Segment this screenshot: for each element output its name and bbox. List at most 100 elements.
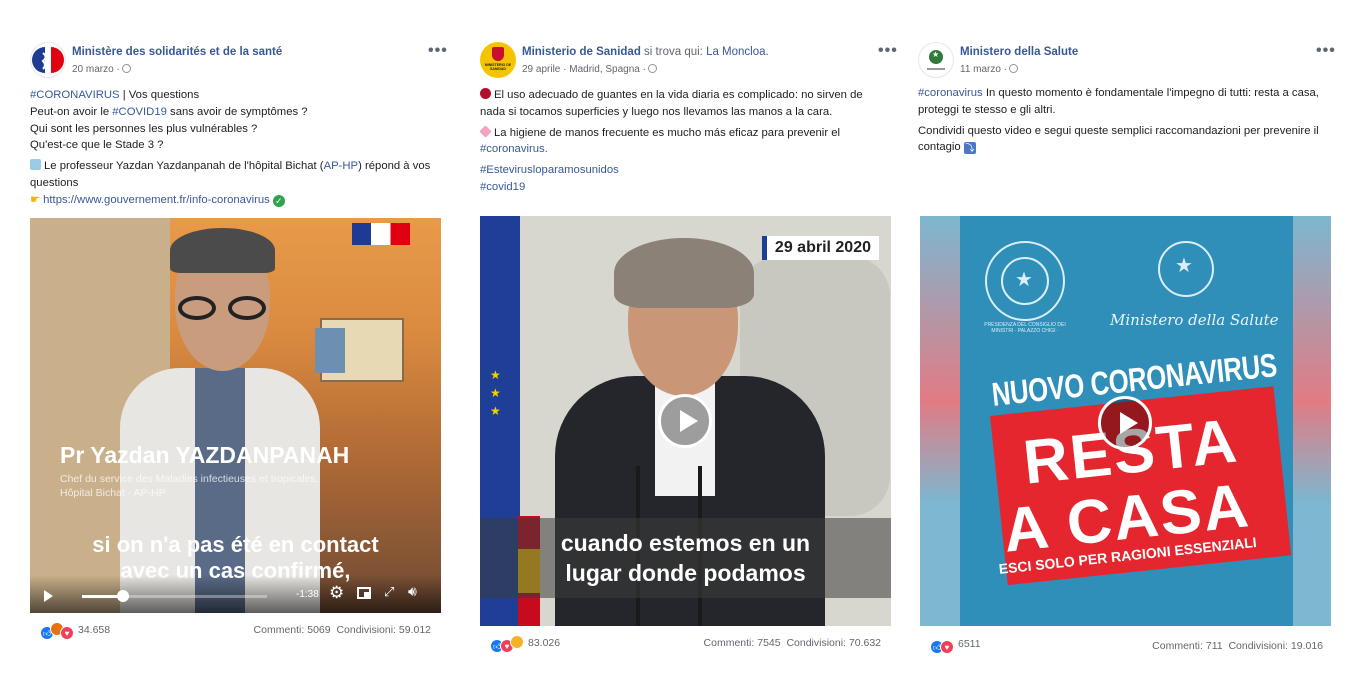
text-line: La higiene de manos frecuente es mucho m… (494, 126, 841, 139)
more-options-icon[interactable]: ••• (1316, 42, 1336, 60)
volume-icon[interactable]: 🔊︎ (408, 583, 417, 600)
play-button[interactable] (658, 394, 712, 448)
hashtag[interactable]: #covid19 (480, 179, 885, 196)
text-line: | Vos questions (119, 89, 200, 101)
hashtag[interactable]: #CORONAVIRUS (30, 89, 120, 101)
seal-icon: ★ (985, 241, 1065, 321)
text-line: Qu'est-ce que le Stade 3 ? (30, 139, 164, 152)
avatar-underline (927, 68, 945, 70)
progress-track[interactable] (82, 590, 267, 602)
post-text: #CORONAVIRUS | Vos questions Peut-on avo… (30, 87, 445, 209)
text-line: El uso adecuado de guantes en la vida di… (480, 89, 863, 118)
reactions-summary[interactable]: 👍︎ ♥ 34.658 (40, 622, 110, 640)
lower-third-role: Chef du service des Maladies infectieuse… (60, 472, 319, 500)
comments-count[interactable]: Commenti: 7545 (704, 637, 781, 649)
reaction-count: 83.026 (528, 637, 561, 649)
more-options-icon[interactable]: ••• (428, 42, 448, 60)
text-line: Le professeur Yazdan Yazdanpanah de l'hô… (44, 160, 324, 173)
text-line: Condividi questo video e segui queste se… (918, 124, 1319, 154)
subtitle: cuando estemos en un lugar donde podamos (480, 528, 891, 588)
text-line: Peut-on avoir le (30, 105, 113, 118)
page-name[interactable]: Ministero della Salute (960, 46, 1078, 58)
down-arrow-icon: ⤵ (963, 142, 976, 155)
location-prefix: si trova qui: (640, 46, 707, 58)
emblem-icon: ★ (1158, 241, 1214, 297)
avatar[interactable] (30, 42, 66, 78)
more-options-icon[interactable]: ••• (878, 42, 898, 60)
post-text: El uso adecuado de guantes en la vida di… (479, 87, 885, 196)
comments-count[interactable]: Commenti: 711 (1152, 640, 1222, 652)
reactions-summary[interactable]: 👍︎ ♥ 83.026 (490, 635, 560, 653)
engagement-stats: Commenti: 7545 Condivisioni: 70.632 (704, 637, 881, 649)
love-icon: ♥ (60, 626, 74, 640)
video-controls: -1:38 ⚙ ⤢ 🔊︎ (30, 575, 441, 613)
lower-third-name: Pr Yazdan YAZDANPANAH (60, 442, 350, 468)
reactions-summary[interactable]: 👍︎ ♥ 6511 (930, 638, 981, 654)
location-link[interactable]: La Moncloa. (706, 46, 769, 58)
check-icon: ✓ (272, 194, 285, 207)
person-hair (614, 238, 754, 308)
time-remaining: -1:38 (296, 589, 319, 600)
external-link[interactable]: https://www.gouvernement.fr/info-coronav… (43, 194, 270, 206)
blurred-bg-left (920, 216, 960, 626)
link[interactable]: AP-HP (324, 160, 359, 172)
engagement-stats: Commenti: 711 Condivisioni: 19.016 (1152, 640, 1323, 652)
reaction-count: 34.658 (78, 624, 111, 636)
shares-count[interactable]: Condivisioni: 59.012 (336, 624, 431, 636)
text-line: sans avoir de symptômes ? (166, 105, 308, 118)
date-badge: 29 abril 2020 (761, 236, 879, 260)
haha-icon (510, 635, 524, 649)
shares-count[interactable]: Condivisioni: 19.016 (1228, 640, 1323, 652)
avatar[interactable]: ★ (918, 42, 954, 78)
soap-icon (479, 124, 492, 138)
person-hair (170, 228, 275, 273)
glove-icon (480, 88, 491, 99)
post-header: MINISTERIO DE SANIDAD Ministerio de Sani… (480, 42, 898, 82)
page-name[interactable]: Ministère des solidarités et de la santé (72, 46, 282, 58)
progress-handle[interactable] (116, 590, 129, 602)
video-player[interactable]: ★ ★ ★ 29 abril 2020 cuando estemos en un l… (480, 216, 891, 626)
subtitle-line: cuando estemos en un (560, 530, 811, 556)
video-player[interactable]: Pr Yazdan YAZDANPANAH Chef du service de… (30, 218, 441, 613)
avatar[interactable]: MINISTERIO DE SANIDAD (480, 42, 516, 78)
picture-in-picture-icon[interactable] (357, 587, 371, 599)
role-line: Chef du service des Maladies infectieuse… (60, 473, 319, 485)
eu-star-icon: ★ ★ ★ (490, 368, 501, 418)
globe-icon (1009, 64, 1019, 73)
post-date[interactable]: 29 aprile · Madrid, Spagna · (522, 64, 646, 75)
fullscreen-icon[interactable]: ⤢ (384, 584, 394, 600)
french-flag-icon (352, 223, 410, 245)
hashtag[interactable]: #coronavirus. (480, 143, 548, 155)
hashtag[interactable]: #coronavirus (918, 87, 983, 99)
post-ministero-salute: ★ Ministero della Salute 11 marzo · ••• … (918, 0, 1336, 660)
globe-icon (647, 64, 657, 73)
avatar-label: MINISTERIO DE SANIDAD (484, 63, 512, 71)
globe-icon (121, 64, 131, 73)
blurred-bg-right (1293, 216, 1331, 626)
seal-text: PRESIDENZA DEL CONSIGLIO DEI MINISTRI · … (984, 322, 1066, 334)
hashtag[interactable]: #Estevirusloparamosunidos (480, 162, 885, 179)
role-line: Hôpital Bichat - AP-HP (60, 487, 166, 499)
post-header: ★ Ministero della Salute 11 marzo · ••• (918, 42, 1336, 82)
speech-bubble-icon (30, 159, 41, 171)
love-icon: ♥ (940, 640, 954, 654)
subtitle-line: si on n'a pas été en contact (92, 532, 379, 557)
shares-count[interactable]: Condivisioni: 70.632 (786, 637, 881, 649)
hashtag[interactable]: #COVID19 (112, 106, 167, 118)
play-icon[interactable] (44, 590, 53, 602)
post-date[interactable]: 11 marzo · (960, 64, 1007, 75)
reaction-count: 6511 (958, 638, 981, 650)
video-player[interactable]: ★ PRESIDENZA DEL CONSIGLIO DEI MINISTRI … (920, 216, 1331, 626)
settings-icon[interactable]: ⚙ (329, 583, 344, 603)
text-line: Qui sont les personnes les plus vulnérab… (30, 122, 258, 135)
ministry-label: Ministero della Salute (1110, 311, 1279, 329)
post-text: #coronavirus In questo momento è fondame… (918, 85, 1323, 156)
comments-count[interactable]: Commenti: 5069 (254, 624, 331, 636)
play-button[interactable] (1098, 396, 1152, 450)
page-name[interactable]: Ministerio de Sanidad (522, 46, 641, 58)
post-ministerio-sanidad: MINISTERIO DE SANIDAD Ministerio de Sani… (479, 0, 898, 660)
post-date[interactable]: 20 marzo · (72, 64, 120, 75)
engagement-stats: Commenti: 5069 Condivisioni: 59.012 (254, 624, 431, 636)
subtitle-line: lugar donde podamos (565, 560, 806, 586)
post-ministere-sante: Ministère des solidarités et de la santé… (30, 0, 448, 660)
